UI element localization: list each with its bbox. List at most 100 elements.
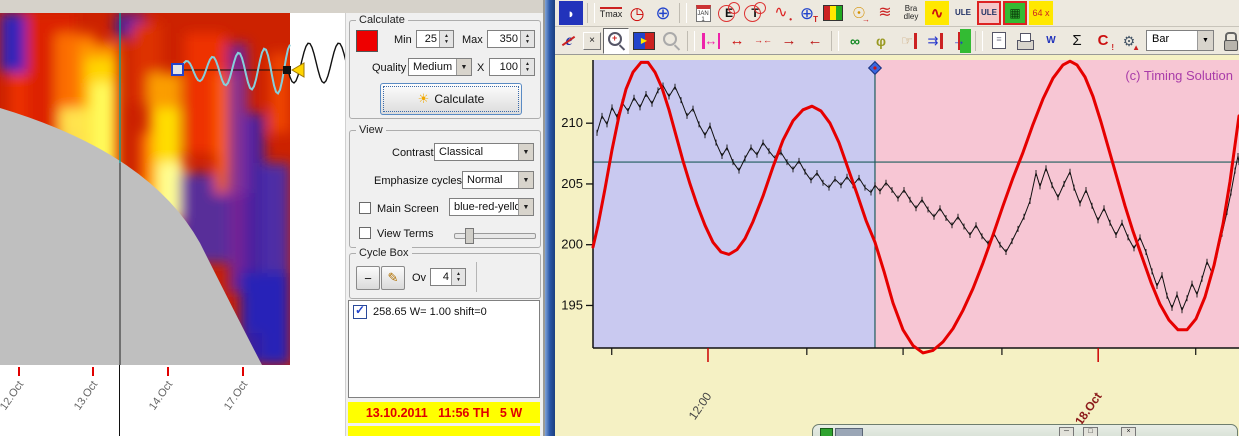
sun-arrow-icon[interactable]: ☉→ [847,1,871,25]
palette-dropdown-arrow[interactable]: ▼ [518,199,533,215]
eclipse-e-glyph: E [725,7,733,19]
remove-cycle-button[interactable]: − [356,266,380,290]
y-axis-label: 200 [561,237,583,252]
max-spinner[interactable]: 350 ▲▼ [487,30,535,48]
zoom-in-icon[interactable]: + [603,28,629,54]
emphasize-dropdown-arrow[interactable]: ▼ [518,172,533,188]
expand-range-icon[interactable]: ↔ [725,29,749,53]
cycle-item-checkbox[interactable] [353,305,367,319]
overtones-label: Ov [412,272,426,284]
main-screen-checkbox[interactable] [359,202,371,214]
split-bar-icon[interactable]: φ [869,29,893,53]
view-terms-checkbox[interactable] [359,227,371,239]
ule-active-icon[interactable]: ULE [977,1,1001,25]
calendar-icon[interactable]: JAN 1 [691,1,715,25]
clock-icon[interactable]: ◷ [625,1,649,25]
step-back-icon[interactable]: ← [803,29,827,53]
chevron-down-icon[interactable]: ▼ [1197,31,1213,50]
x-value[interactable]: 100 [490,59,520,75]
recalc-glyph: C [1098,33,1109,48]
tmax-icon[interactable]: Tmax [599,1,623,25]
bradley-icon[interactable]: Bra dley [899,1,923,25]
64x-icon[interactable]: 64 x [1029,1,1053,25]
min-spinner-arrows[interactable]: ▲▼ [439,31,453,47]
price-projection-chart[interactable]: 21020520019512:0018.Oct(c) Timing Soluti… [555,55,1239,436]
cycle-color-swatch[interactable] [356,30,378,52]
emphasize-cycles-dropdown[interactable]: Normal ▼ [462,171,534,189]
cycle-toolbar-divider [476,262,477,292]
overtones-spinner-arrows[interactable]: ▲▼ [451,269,465,285]
satellite-dish-icon[interactable]: ◗ [559,1,583,25]
chart-stats-icon[interactable]: W [1039,29,1063,53]
terms-slider-thumb[interactable] [465,228,474,244]
globe-t-icon[interactable]: ⊕T [795,1,819,25]
contrast-dropdown-arrow[interactable]: ▼ [518,144,533,160]
max-label: Max [462,34,483,46]
eclipse-t-glyph: T [751,7,758,19]
close-mini-icon[interactable]: × [583,32,601,50]
bar-style-select[interactable]: Bar▼ [1146,30,1214,51]
recalc-icon[interactable]: C! [1091,29,1115,53]
arrow-to-green-icon[interactable]: → [947,29,971,53]
max-spinner-arrows[interactable]: ▲▼ [520,31,534,47]
bradley-glyph: Bra dley [904,5,919,21]
wavelet-spectrogram[interactable] [0,13,345,365]
shrink-range-glyph: →← [754,36,772,45]
panel-minimize-button[interactable]: ─ [1059,427,1074,436]
eclipse-t-icon[interactable]: T [743,1,767,25]
zigzag-yellow-icon[interactable]: ∿ [925,1,949,25]
ule-icon[interactable]: ULE [951,1,975,25]
overtones-value[interactable]: 4 [431,269,451,285]
astro-wheel-icon[interactable]: ⊕ [651,1,675,25]
docked-panel[interactable]: ─ □ × [812,424,1238,436]
quality-dropdown[interactable]: Medium ▼ [408,58,472,76]
zoom-out-disabled-icon[interactable] [659,29,683,53]
quality-dropdown-arrow[interactable]: ▼ [456,59,471,75]
date-tick-label: 17.Oct [222,379,250,412]
overtones-spinner[interactable]: 4 ▲▼ [430,268,466,286]
calculate-group-title: Calculate [356,14,408,26]
palette-dropdown[interactable]: blue-red-yellow ▼ [449,198,534,216]
sine-events-icon[interactable]: ∿• [769,1,793,25]
min-value[interactable]: 25 [417,31,439,47]
navigate-flag-icon[interactable]: ▶ [633,32,655,50]
emphasize-value: Normal [463,172,518,188]
shrink-range-icon[interactable]: →← [751,29,775,53]
edit-cycle-button[interactable]: ✎ [381,266,405,290]
rgb-bars-icon[interactable] [821,1,845,25]
print-icon[interactable] [1013,29,1037,53]
toolbar-separator [975,31,983,51]
tools-wizard-icon[interactable]: ⚙▲ [1117,29,1141,53]
range-bounds-icon[interactable]: ↔ [699,29,723,53]
spectrogram-window-titlebar[interactable] [0,0,543,14]
min-spinner[interactable]: 25 ▲▼ [416,30,454,48]
x-spinner[interactable]: 100 ▲▼ [489,58,535,76]
x-spinner-arrows[interactable]: ▲▼ [520,59,534,75]
recalc-badge: ! [1111,43,1114,52]
wave-left-handle[interactable] [172,64,183,75]
cycle-list[interactable]: 258.65 W= 1.00 shift=0 [348,300,540,398]
chart-area[interactable]: 21020520019512:0018.Oct(c) Timing Soluti… [555,55,1239,436]
contrast-dropdown[interactable]: Classical ▼ [434,143,534,161]
sum-icon[interactable]: Σ [1065,29,1089,53]
close-mini-glyph: × [589,36,595,46]
calculate-button[interactable]: ☀ Calculate [380,83,522,115]
app-logo-icon[interactable]: e [557,29,581,53]
panel-maximize-button[interactable]: □ [1083,427,1098,436]
y-axis-label: 195 [561,297,583,312]
linked-circles-icon[interactable]: ∞ [843,29,867,53]
max-value[interactable]: 350 [488,31,520,47]
wave-right-handle[interactable] [283,66,291,74]
lock-icon[interactable] [1219,29,1239,53]
hand-to-bar-icon[interactable]: ☞ [895,29,919,53]
step-forward-icon[interactable]: → [777,29,801,53]
calculator-icon[interactable]: ▦ [1003,1,1027,25]
panel-close-button[interactable]: × [1121,427,1136,436]
report-icon[interactable] [987,29,1011,53]
terms-slider[interactable] [454,233,536,239]
waves-grid-icon[interactable]: ≋ [873,1,897,25]
cycle-list-item[interactable]: 258.65 W= 1.00 shift=0 [353,305,487,319]
spectrogram-date-axis: 12.Oct13.Oct14.Oct17.Oct [0,365,345,436]
eclipse-e-icon[interactable]: E [717,1,741,25]
arrows-to-bar-icon[interactable]: ⇉ [921,29,945,53]
